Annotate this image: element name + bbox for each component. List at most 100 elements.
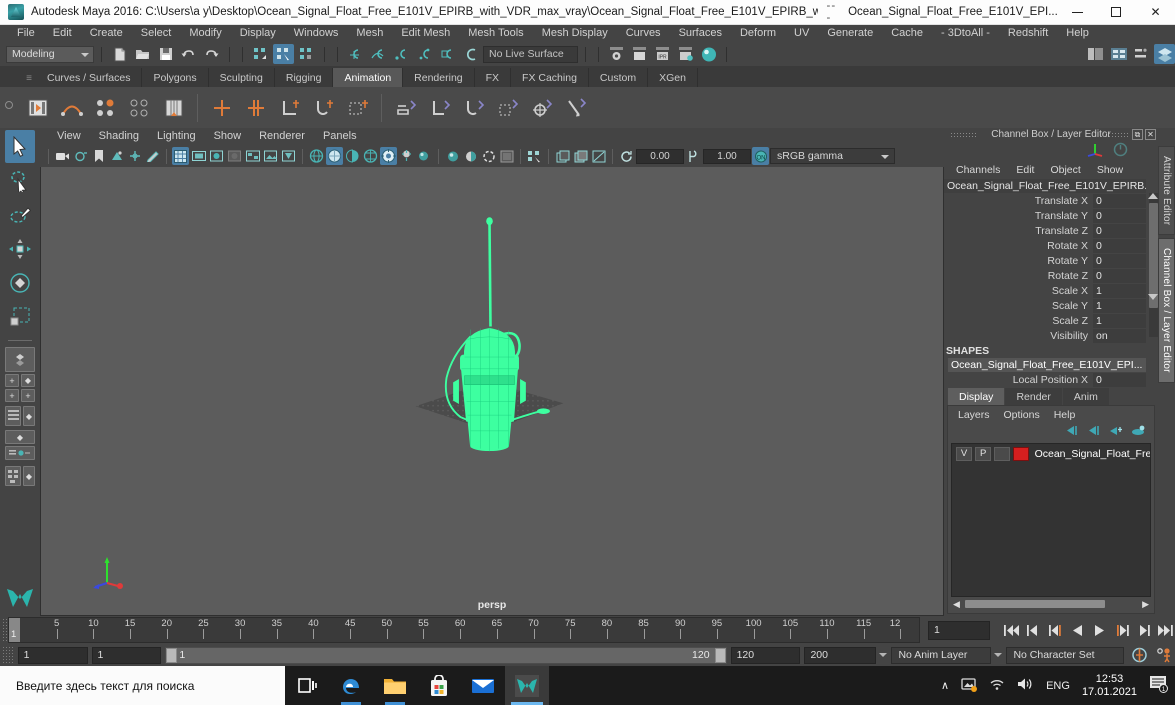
shelf-set-key-translate-l-button[interactable] [274,92,305,124]
shelf-tab-xgen[interactable]: XGen [648,68,698,87]
quick-layout-single-perspective-button[interactable] [5,347,35,372]
close-button[interactable]: ✕ [1136,0,1175,25]
mail-icon[interactable] [461,666,505,705]
live-surface-field[interactable]: No Live Surface [483,45,578,63]
attribute-editor-toggle-button[interactable] [1108,44,1129,64]
shelf-tab-curves-surfaces[interactable]: Curves / Surfaces [36,68,143,87]
step-back-frame-button[interactable] [1046,621,1065,640]
channel-row-rotate-y[interactable]: Rotate Y 0 [944,253,1146,268]
channel-value[interactable]: 0 [1093,268,1146,283]
channel-value[interactable]: on [1093,328,1146,343]
scale-tool-button[interactable] [5,300,35,333]
open-scene-button[interactable] [132,44,153,64]
le-menu-help[interactable]: Help [1047,409,1083,421]
taskbar-clock[interactable]: 12:53 17.01.2021 [1082,673,1137,699]
task-view-icon[interactable] [285,666,329,705]
scrollbar-thumb[interactable] [965,600,1105,608]
range-left-handle[interactable] [166,647,178,663]
shelf-grip-icon[interactable]: ≡ [22,70,36,87]
chevron-down-icon[interactable] [994,653,1003,657]
move-layer-down-icon[interactable] [1087,425,1102,439]
channel-value[interactable]: 0 [1093,193,1146,208]
manipulator-icon[interactable] [1087,142,1104,160]
onedrive-or-app-icon[interactable] [961,677,978,695]
channel-row-translate-x[interactable]: Translate X 0 [944,193,1146,208]
tab-render-layers[interactable]: Render [1005,388,1062,405]
le-menu-layers[interactable]: Layers [951,409,997,421]
channel-row-translate-y[interactable]: Translate Y 0 [944,208,1146,223]
exposure-control-icon[interactable] [244,147,261,165]
quick-layout-hypershade-persp-button[interactable] [5,446,35,460]
quick-layout-persp-graph-button[interactable]: ◆ [23,466,35,486]
shelf-constrain-parent-button[interactable] [390,92,421,124]
cb-menu-channels[interactable]: Channels [948,164,1008,176]
play-forwards-button[interactable] [1090,621,1109,640]
channel-box-scrollbar[interactable] [1149,193,1158,337]
paint-select-tool-button[interactable] [5,198,35,231]
edge-icon[interactable] [329,666,373,705]
new-scene-button[interactable] [109,44,130,64]
cb-menu-object[interactable]: Object [1042,164,1088,176]
snap-to-view-plane-button[interactable] [437,44,458,64]
maya-icon[interactable] [505,666,549,705]
menu-mesh-display[interactable]: Mesh Display [533,25,617,42]
motion-blur-icon[interactable] [444,147,461,165]
shelf-ik-fk-keys-button[interactable] [90,92,121,124]
channel-row-local-position-x[interactable]: Local Position X 0 [944,372,1146,387]
menu-modify[interactable]: Modify [180,25,230,42]
resolution-gate-icon[interactable] [208,147,225,165]
gate-mask-icon[interactable] [226,147,243,165]
select-tool-button[interactable] [5,130,35,163]
quick-layout-two-pane-stacked-button[interactable]: + [5,389,19,402]
quick-layout-outliner-persp-button[interactable] [5,406,21,426]
channel-value[interactable]: 0 [1093,253,1146,268]
viewport-image-icon[interactable] [262,147,279,165]
shelf-tab-polygons[interactable]: Polygons [142,68,209,87]
channel-value[interactable]: 1 [1093,313,1146,328]
quick-layout-persp-button[interactable]: ◆ [21,374,35,387]
menu-generate[interactable]: Generate [818,25,882,42]
tab-display-layers[interactable]: Display [948,388,1005,405]
shelf-set-key-button[interactable] [56,92,87,124]
copy-view-icon[interactable] [572,147,589,165]
color-space-selector[interactable]: sRGB gamma [770,148,895,164]
shelf-tab-custom[interactable]: Custom [588,68,649,87]
panel-menu-lighting[interactable]: Lighting [148,128,205,145]
auto-keyframe-toggle[interactable] [1128,646,1149,664]
file-explorer-icon[interactable] [373,666,417,705]
xray-joints-icon[interactable] [280,147,297,165]
bookmark-icon[interactable] [90,147,107,165]
shelf-tab-fx-caching[interactable]: FX Caching [511,68,589,87]
camera-attributes-icon[interactable] [72,147,89,165]
shelf-tab-rigging[interactable]: Rigging [274,68,334,87]
screen-space-ao-icon[interactable] [416,147,433,165]
tray-chevron-icon[interactable]: ∧ [941,679,949,692]
go-to-start-button[interactable] [1002,621,1021,640]
snap-to-grid-button[interactable] [345,44,366,64]
maximize-button[interactable] [1097,0,1136,25]
select-object-button[interactable] [273,44,294,64]
panel-menu-renderer[interactable]: Renderer [250,128,314,145]
scroll-up-arrow-icon[interactable] [1148,193,1158,199]
move-layer-up-icon[interactable] [1065,425,1080,439]
shelf-set-key-rotate-curve-button[interactable] [308,92,339,124]
undock-button[interactable]: ⧉ [1132,129,1143,140]
shelf-options-icon[interactable] [5,101,13,109]
shelf-constrain-orient-button[interactable] [458,92,489,124]
channel-row-translate-z[interactable]: Translate Z 0 [944,223,1146,238]
menu-3dtoall[interactable]: - 3DtoAll - [932,25,999,42]
move-tool-button[interactable] [5,232,35,265]
redo-button[interactable] [201,44,222,64]
vtab-attribute-editor[interactable]: Attribute Editor [1158,146,1175,236]
time-slider[interactable]: 5 10 15 20 25 30 35 40 45 50 55 60 65 70 75 80 85 90 95 100… [8,617,920,643]
minimize-button[interactable] [1058,0,1097,25]
shelf-set-breakdown-button[interactable] [124,92,155,124]
new-layer-from-selected-icon[interactable] [1131,425,1146,439]
layer-visibility-toggle[interactable]: V [956,446,973,461]
notifications-icon[interactable]: 1 [1149,675,1169,696]
color-management-toggle-icon[interactable]: ON [752,147,769,165]
channel-value[interactable]: 0 [1093,208,1146,223]
isolate-select-icon[interactable] [526,147,543,165]
smooth-shade-all-icon[interactable] [326,147,343,165]
layer-name[interactable]: Ocean_Signal_Float_Free [1035,448,1150,460]
